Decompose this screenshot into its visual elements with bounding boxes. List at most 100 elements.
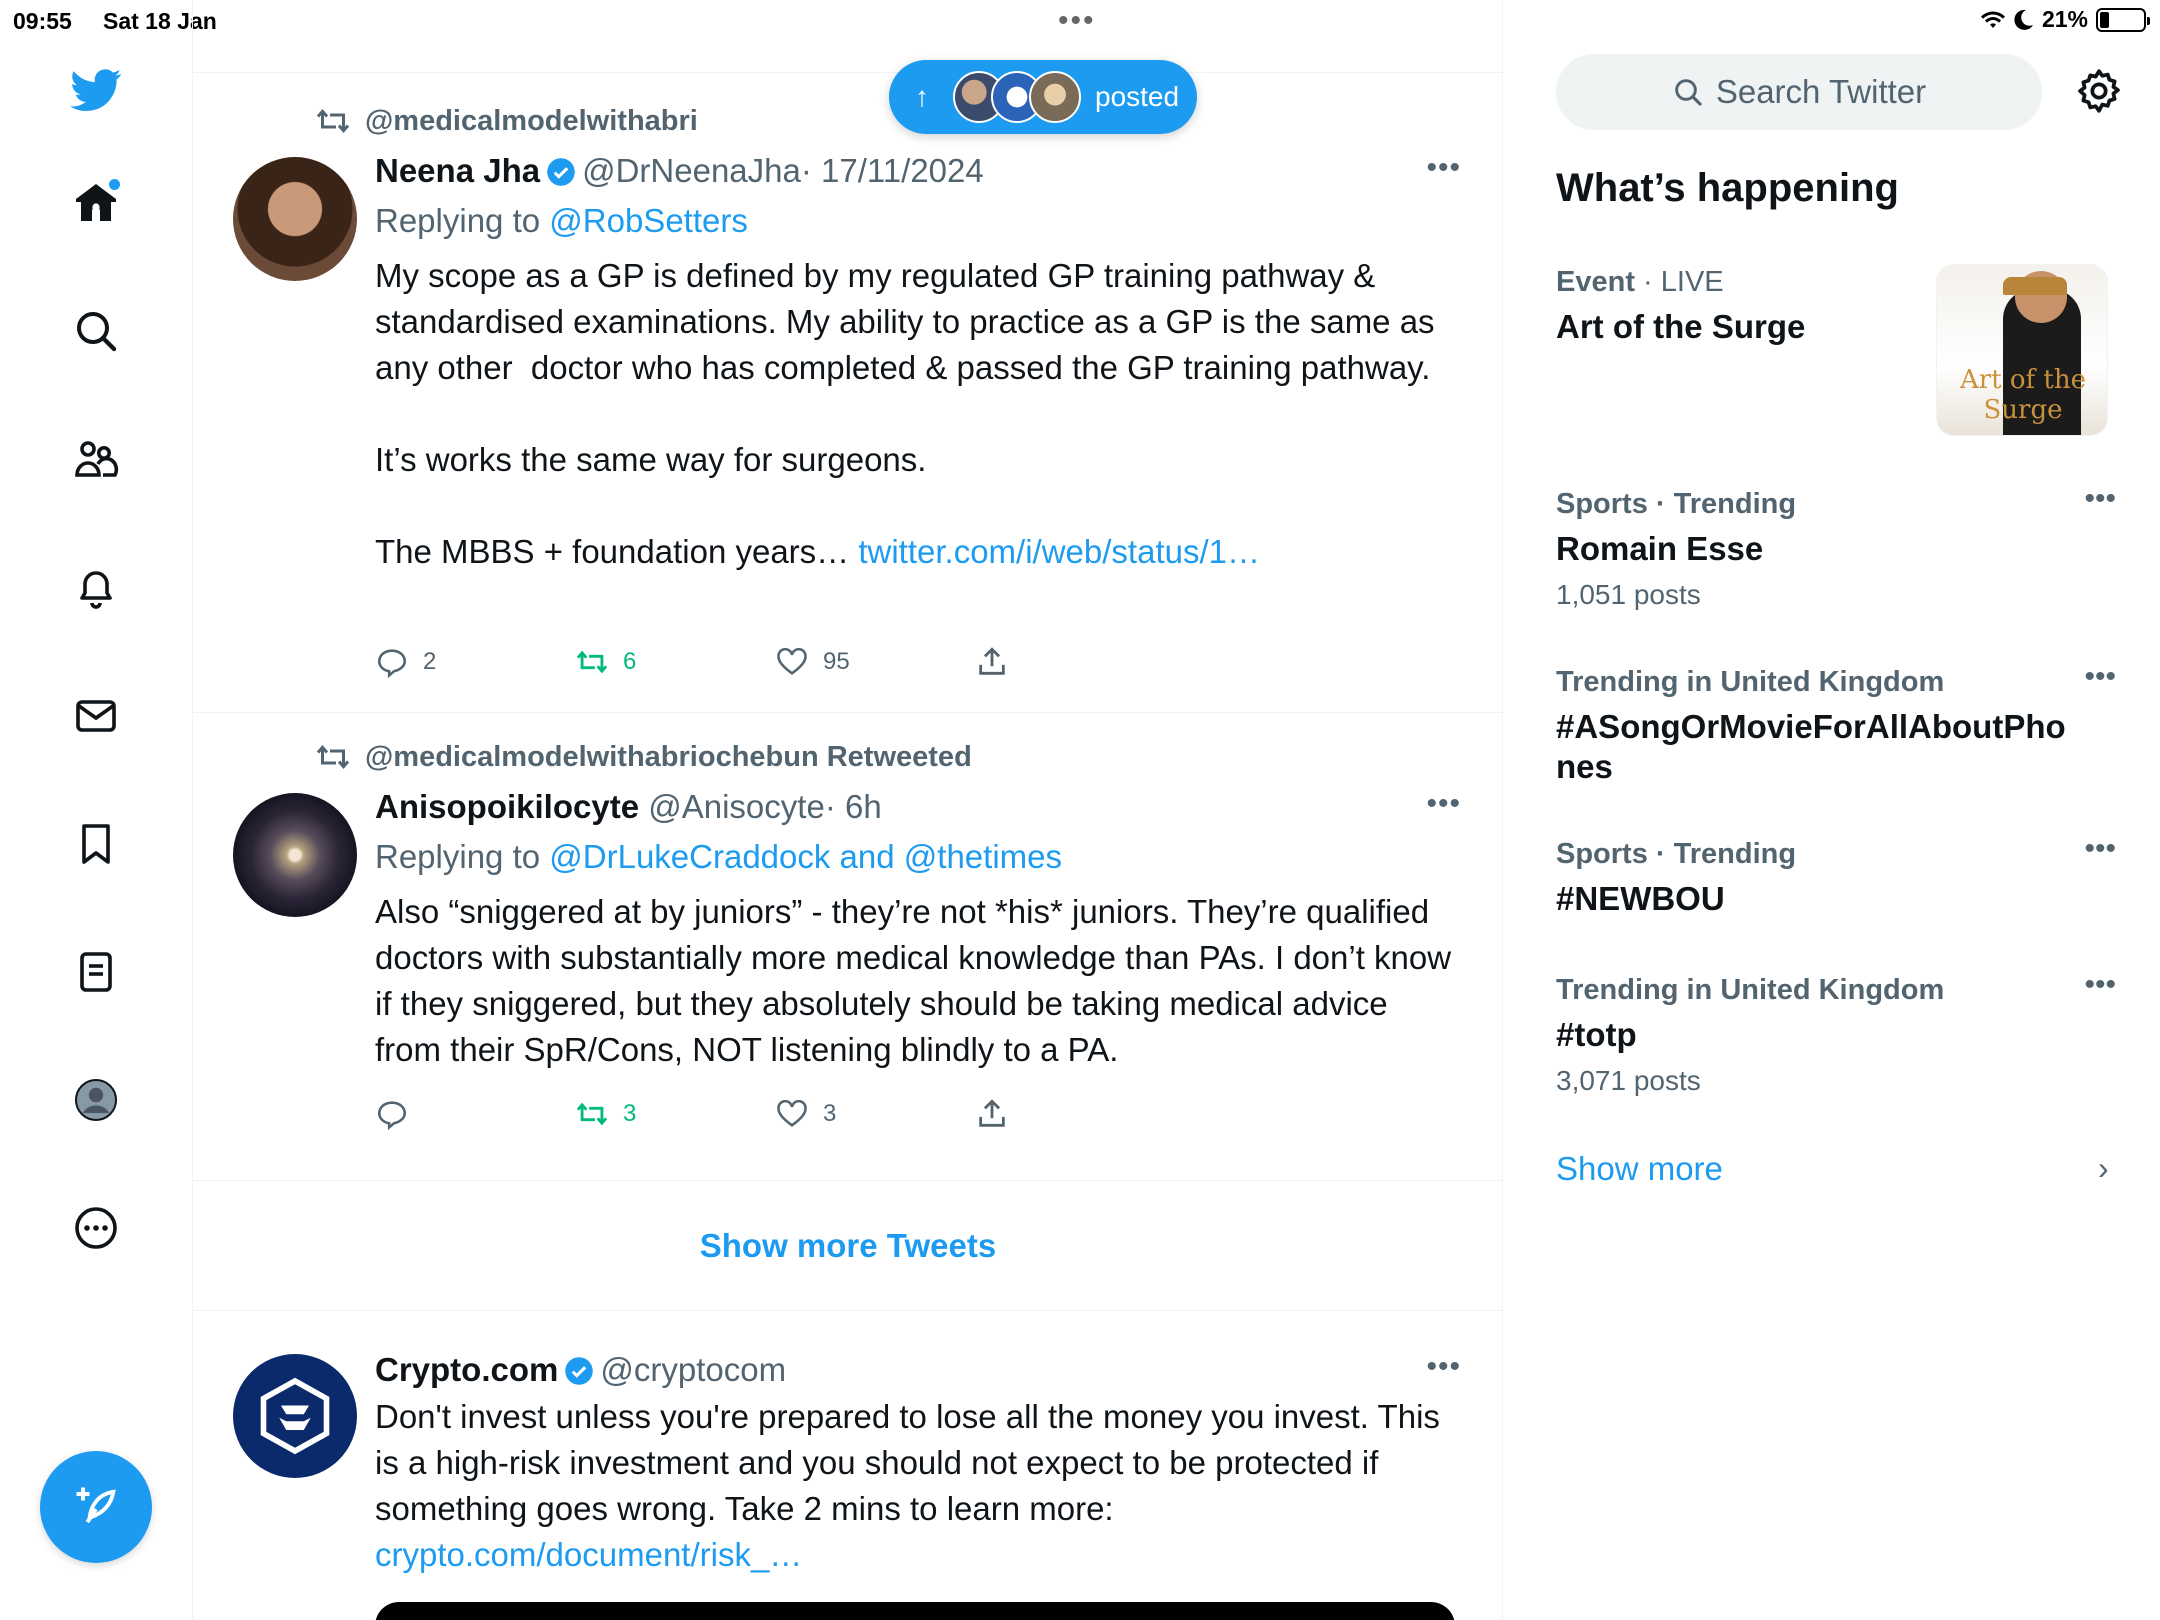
replying-to: Replying to @DrLukeCraddock and @thetime… [375,837,1455,877]
replying-prefix: Replying to [375,202,550,239]
author-handle[interactable]: @DrNeenaJha [582,152,801,189]
heart-icon [777,647,807,675]
home-icon[interactable] [70,177,122,229]
gear-icon[interactable] [2074,66,2124,116]
tweet-card[interactable]: @medicalmodelwithabri Neena Jha @DrNeenaJ… [193,73,1503,713]
event-image-text: Art of the Surge [1959,365,2087,425]
whats-happening-title: What’s happening [1556,166,1899,210]
author-name[interactable]: Crypto.com [375,1351,558,1388]
retweet-icon [316,744,350,770]
trend-item[interactable]: Trending in United Kingdom #ASongOrMovie… [1556,660,2116,787]
trend-more-button[interactable]: ••• [2084,832,2116,866]
share-icon [979,1099,1005,1127]
trend-more-button[interactable]: ••• [2084,968,2116,1002]
search-icon[interactable] [70,305,122,357]
trend-more-button[interactable]: ••• [2084,660,2116,694]
pill-label: posted [1095,81,1180,112]
tweet-more-button[interactable]: ••• [1426,151,1461,185]
author-handle[interactable]: @cryptocom [600,1351,786,1388]
author-name[interactable]: Anisopoikilocyte [375,788,639,825]
retweet-count: 6 [623,648,637,675]
avatar[interactable] [233,793,357,917]
reply-button[interactable]: 2 [375,645,575,679]
twitter-logo-icon[interactable] [70,64,122,116]
retweet-icon [576,650,608,674]
author-name[interactable]: Neena Jha [375,152,540,189]
chevron-right-icon: › [2098,1150,2109,1186]
like-button[interactable]: 95 [775,645,975,679]
search-input[interactable]: Search Twitter [1556,54,2042,130]
compose-button[interactable] [40,1451,152,1563]
tweet-header: Crypto.com @cryptocom [375,1350,1455,1390]
trend-meta: Sports · Trending [1556,838,1797,870]
trend-title: #totp [1556,1016,1637,1053]
share-button[interactable] [975,1097,1175,1131]
home-notification-dot [109,179,120,190]
avatar[interactable] [233,157,357,281]
tweet-link[interactable]: crypto.com/document/risk_… [375,1536,802,1573]
retweet-button[interactable]: 6 [575,645,775,679]
share-icon [979,647,1005,675]
trend-title: #NEWBOU [1556,880,1725,917]
reply-icon [377,649,407,679]
trend-more-button[interactable]: ••• [2084,482,2116,516]
tweet-card[interactable]: @medicalmodelwithabriochebun Retweeted A… [193,713,1503,1181]
new-posts-pill[interactable]: ↑ posted [889,60,1197,134]
arrow-up-icon: ↑ [915,81,929,112]
reply-target-link[interactable]: @DrLukeCraddock and @thetimes [549,838,1062,875]
tweet-text: My scope as a GP is defined by my regula… [375,253,1455,575]
profile-icon[interactable] [70,1074,122,1126]
show-more-trends-link[interactable]: Show more [1556,1150,1723,1188]
event-image[interactable]: Art of the Surge [1936,264,2108,436]
like-count: 3 [823,1100,837,1127]
right-sidebar: Search Twitter What’s happening Event · … [1504,0,2160,1620]
tweet-header: Neena Jha @DrNeenaJha· 17/11/2024 [375,151,1455,191]
retweet-context: @medicalmodelwithabri [315,103,698,139]
more-icon[interactable] [70,1202,122,1254]
trend-count: 3,071 posts [1556,1065,1701,1096]
tweet-more-button[interactable]: ••• [1426,787,1461,821]
trend-meta: Event · LIVE [1556,266,1724,298]
messages-icon[interactable] [70,690,122,742]
trend-item[interactable]: Sports · Trending Romain Esse 1,051 post… [1556,482,2116,611]
tweet-time[interactable]: · 17/11/2024 [801,152,984,189]
show-more-tweets-button[interactable]: Show more Tweets [193,1181,1503,1311]
trend-item[interactable]: Sports · Trending #NEWBOU ••• [1556,832,2116,919]
reply-count: 2 [423,648,437,675]
event-item[interactable]: Event · LIVE Art of the Surge [1556,266,1916,347]
author-handle[interactable]: @Anisocyte [648,788,825,825]
retweeted-by[interactable]: @medicalmodelwithabri [365,105,698,138]
tweet-more-button[interactable]: ••• [1426,1350,1461,1384]
search-placeholder: Search Twitter [1715,73,1927,110]
event-title: Art of the Surge [1556,308,1806,345]
communities-icon[interactable] [70,433,122,485]
trend-item[interactable]: Trending in United Kingdom #totp 3,071 p… [1556,968,2116,1097]
reply-target-link[interactable]: @RobSetters [549,202,748,239]
retweet-icon [316,108,350,134]
like-button[interactable]: 3 [775,1097,975,1131]
tweet-time[interactable]: · 6h [825,788,882,825]
lists-icon[interactable] [70,946,122,998]
notifications-icon[interactable] [70,562,122,614]
verified-badge-icon [565,1357,594,1385]
timeline: @medicalmodelwithabri Neena Jha @DrNeenaJ… [193,0,1503,1620]
tweet-text-body: Don't invest unless you're prepared to l… [375,1398,1450,1527]
promoted-tweet-card[interactable]: Crypto.com @cryptocom Don't invest unless… [193,1312,1503,1620]
crypto-com-logo-icon [260,1377,330,1455]
mini-avatar [1029,71,1081,123]
retweet-context: @medicalmodelwithabriochebun Retweeted [315,739,972,775]
ad-media[interactable] [375,1602,1455,1620]
trend-count: 1,051 posts [1556,579,1701,610]
share-button[interactable] [975,645,1175,679]
event-status: LIVE [1660,266,1724,298]
reply-button[interactable] [375,1097,575,1131]
tweet-link[interactable]: twitter.com/i/web/status/1… [858,533,1260,570]
retweeted-by[interactable]: @medicalmodelwithabriochebun Retweeted [365,741,972,774]
retweet-button[interactable]: 3 [575,1097,775,1131]
retweet-icon [576,1102,608,1126]
bookmarks-icon[interactable] [70,818,122,870]
avatar[interactable] [233,1354,357,1478]
compose-icon [76,1487,116,1524]
trend-title: #ASongOrMovieForAllAboutPho nes [1556,708,2066,785]
heart-icon [777,1099,807,1127]
